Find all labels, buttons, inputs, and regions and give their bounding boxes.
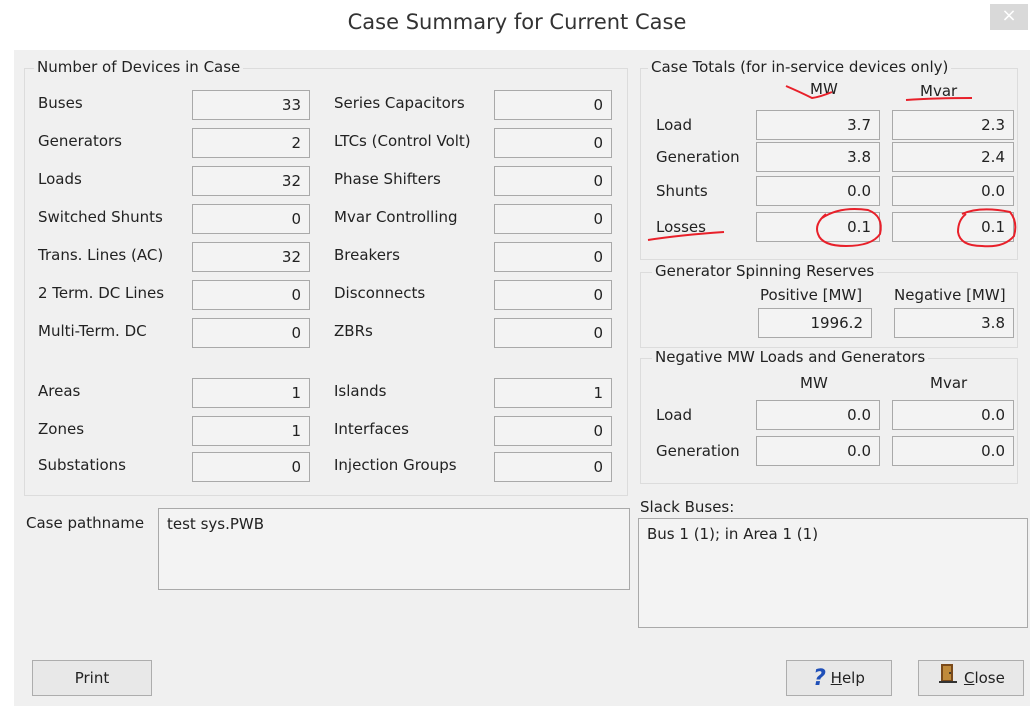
device-label: Series Capacitors: [334, 94, 465, 112]
device-count-field: 1: [494, 378, 612, 408]
device-label: ZBRs: [334, 322, 373, 340]
slack-buses-label: Slack Buses:: [640, 498, 735, 516]
device-count-field: 0: [494, 416, 612, 446]
device-count-field: 32: [192, 242, 310, 272]
totals-mvar-field: 0.1: [892, 212, 1014, 242]
close-label-rest: lose: [974, 669, 1005, 687]
totals-mw-field: 3.8: [756, 142, 880, 172]
device-label: Injection Groups: [334, 456, 457, 474]
device-label: Generators: [38, 132, 122, 150]
device-count-field: 0: [192, 318, 310, 348]
case-pathname-field: test sys.PWB: [158, 508, 630, 590]
case-totals-title: Case Totals (for in-service devices only…: [648, 58, 952, 76]
help-button[interactable]: ? Help: [786, 660, 892, 696]
negative-mw-header: MW: [800, 374, 828, 392]
close-mnemonic: C: [963, 669, 975, 687]
device-count-field: 0: [494, 166, 612, 196]
positive-reserve-label: Positive [MW]: [760, 286, 863, 304]
device-label: Phase Shifters: [334, 170, 441, 188]
case-totals-mvar-header: Mvar: [920, 82, 958, 100]
totals-mvar-field: 2.4: [892, 142, 1014, 172]
negative-mvar-field: 0.0: [892, 436, 1014, 466]
question-mark-icon: ?: [813, 666, 826, 691]
help-label-rest: elp: [841, 669, 865, 687]
device-count-field: 0: [494, 452, 612, 482]
device-label: Disconnects: [334, 284, 426, 302]
slack-buses-field: Bus 1 (1); in Area 1 (1): [638, 518, 1028, 628]
print-button[interactable]: Print: [32, 660, 152, 696]
device-label: Areas: [38, 382, 81, 400]
device-count-field: 2: [192, 128, 310, 158]
negative-reserve-label: Negative [MW]: [894, 286, 1006, 304]
device-label: LTCs (Control Volt): [334, 132, 471, 150]
device-count-field: 33: [192, 90, 310, 120]
device-label: Substations: [38, 456, 126, 474]
device-count-field: 0: [192, 452, 310, 482]
device-label: Islands: [334, 382, 387, 400]
totals-mw-field: 0.1: [756, 212, 880, 242]
device-count-field: 0: [494, 242, 612, 272]
device-count-field: 0: [494, 128, 612, 158]
negative-mw-field: 0.0: [756, 400, 880, 430]
totals-mw-field: 3.7: [756, 110, 880, 140]
device-count-field: 0: [192, 204, 310, 234]
device-count-field: 0: [494, 90, 612, 120]
totals-row-label: Generation: [656, 148, 740, 166]
totals-mvar-field: 0.0: [892, 176, 1014, 206]
case-totals-mw-header: MW: [810, 80, 838, 98]
device-label: Trans. Lines (AC): [38, 246, 164, 264]
device-label: 2 Term. DC Lines: [38, 284, 165, 302]
window-title: Case Summary for Current Case: [347, 10, 687, 34]
device-label: Mvar Controlling: [334, 208, 458, 226]
negative-reserve-field: 3.8: [894, 308, 1014, 338]
device-label: Interfaces: [334, 420, 409, 438]
door-exit-icon: [937, 662, 959, 696]
device-label: Buses: [38, 94, 83, 112]
device-label: Loads: [38, 170, 82, 188]
window-close-button[interactable]: ×: [990, 4, 1028, 30]
totals-row-label: Load: [656, 116, 692, 134]
device-count-field: 0: [494, 318, 612, 348]
negative-mvar-header: Mvar: [930, 374, 968, 392]
device-count-field: 1: [192, 416, 310, 446]
spinning-reserves-title: Generator Spinning Reserves: [652, 262, 878, 280]
negative-row-label: Load: [656, 406, 692, 424]
negative-row-label: Generation: [656, 442, 740, 460]
device-label: Multi-Term. DC: [38, 322, 147, 340]
device-count-field: 1: [192, 378, 310, 408]
device-label: Breakers: [334, 246, 400, 264]
device-count-field: 0: [494, 280, 612, 310]
devices-group-title: Number of Devices in Case: [34, 58, 244, 76]
totals-row-label: Shunts: [656, 182, 708, 200]
negative-loads-title: Negative MW Loads and Generators: [652, 348, 929, 366]
device-label: Zones: [38, 420, 85, 438]
help-mnemonic: H: [830, 669, 842, 687]
device-count-field: 32: [192, 166, 310, 196]
close-button[interactable]: Close: [918, 660, 1024, 696]
negative-mvar-field: 0.0: [892, 400, 1014, 430]
device-count-field: 0: [192, 280, 310, 310]
device-label: Switched Shunts: [38, 208, 163, 226]
device-count-field: 0: [494, 204, 612, 234]
totals-mw-field: 0.0: [756, 176, 880, 206]
positive-reserve-field: 1996.2: [758, 308, 872, 338]
totals-mvar-field: 2.3: [892, 110, 1014, 140]
negative-mw-field: 0.0: [756, 436, 880, 466]
totals-row-label: Losses: [656, 218, 706, 236]
case-pathname-label: Case pathname: [26, 514, 145, 532]
